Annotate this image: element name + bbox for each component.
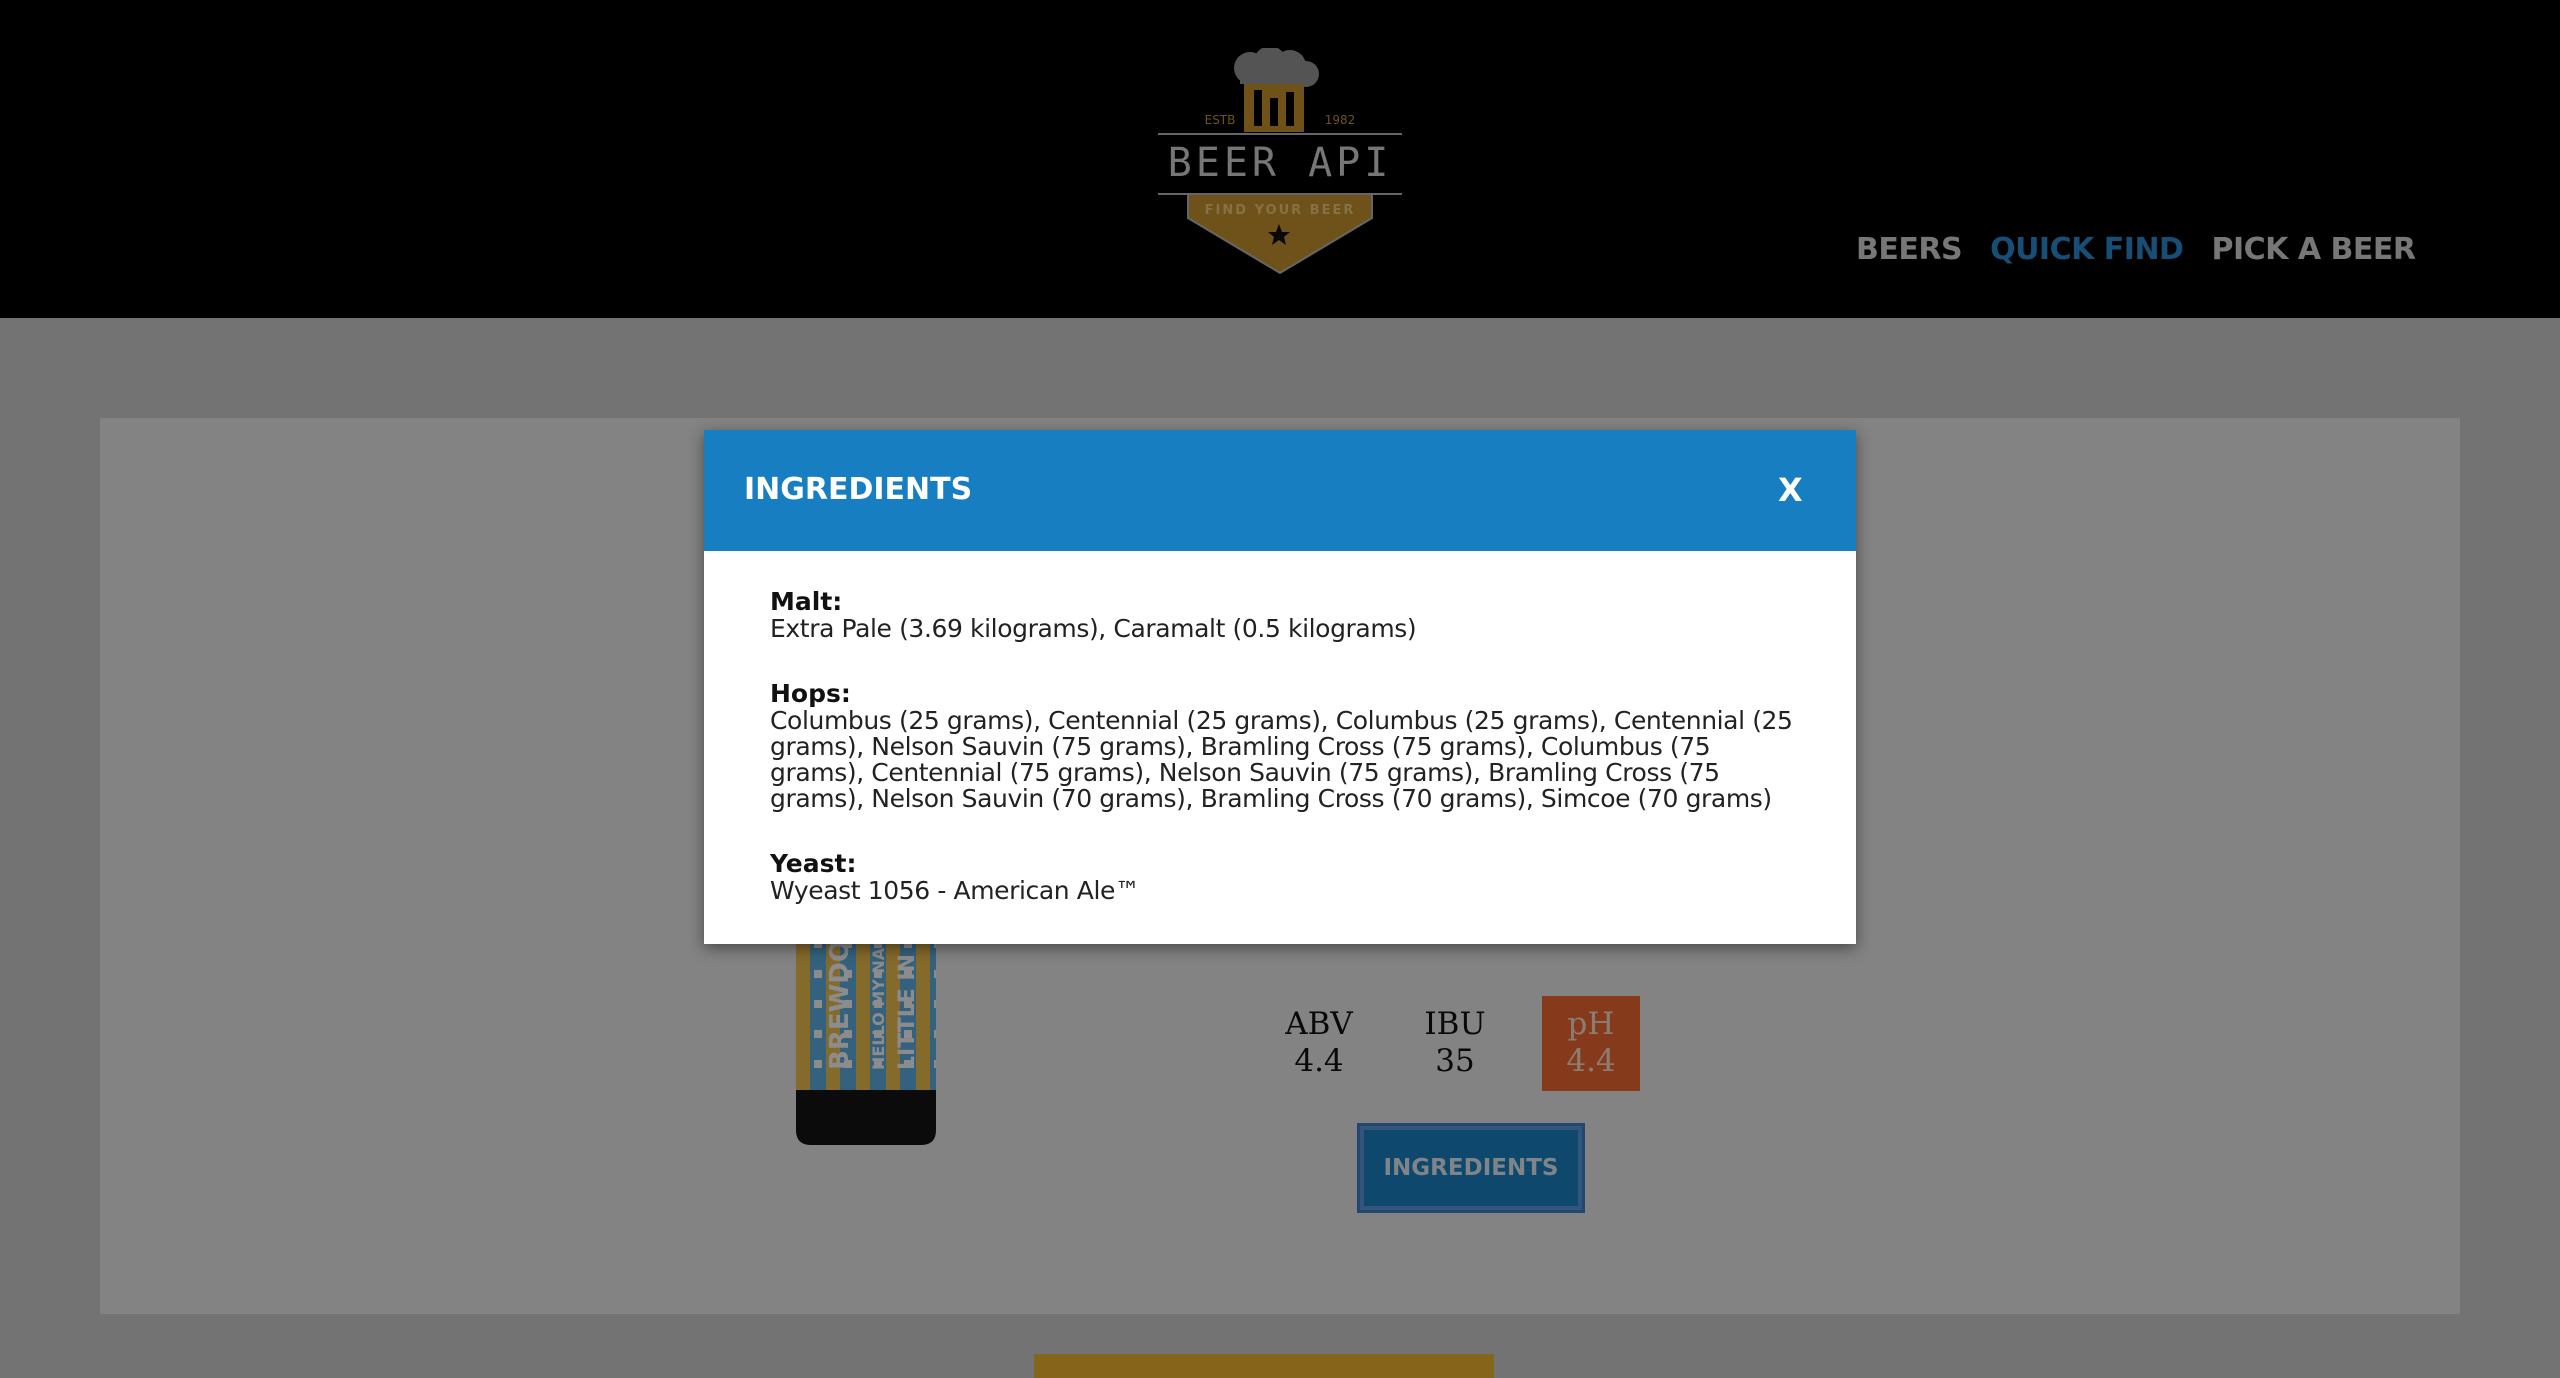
modal-close-button[interactable]: X	[1778, 470, 1822, 510]
yeast-label: Yeast:	[770, 849, 857, 878]
hops-section: Hops: Columbus (25 grams), Centennial (2…	[770, 680, 1810, 812]
yeast-section: Yeast: Wyeast 1056 - American Ale™	[770, 850, 1810, 904]
malt-label: Malt:	[770, 587, 843, 616]
ingredients-modal: INGREDIENTS X Malt: Extra Pale (3.69 kil…	[704, 430, 1856, 944]
hops-text: Columbus (25 grams), Centennial (25 gram…	[770, 706, 1793, 813]
yeast-text: Wyeast 1056 - American Ale™	[770, 876, 1140, 905]
hops-label: Hops:	[770, 679, 851, 708]
malt-text: Extra Pale (3.69 kilograms), Caramalt (0…	[770, 614, 1417, 643]
malt-section: Malt: Extra Pale (3.69 kilograms), Caram…	[770, 588, 1810, 642]
modal-title: INGREDIENTS	[744, 472, 973, 507]
modal-body: Malt: Extra Pale (3.69 kilograms), Caram…	[770, 588, 1810, 942]
modal-header: INGREDIENTS X	[704, 430, 1856, 551]
